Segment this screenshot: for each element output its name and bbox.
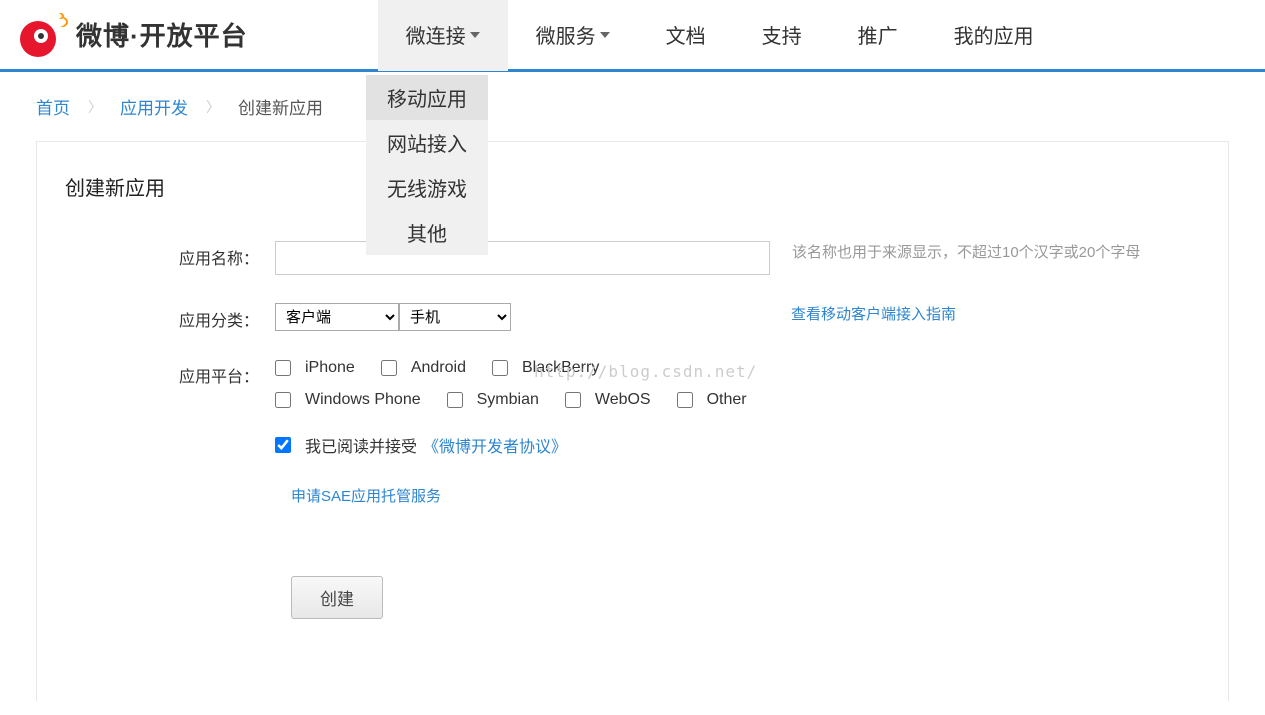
dropdown-item-game[interactable]: 无线游戏 xyxy=(366,165,488,210)
platform-symbian[interactable]: Symbian xyxy=(447,391,539,409)
nav-item-myapps[interactable]: 我的应用 xyxy=(926,0,1062,71)
platform-iphone[interactable]: iPhone xyxy=(275,359,355,377)
platform-blackberry[interactable]: BlackBerry xyxy=(492,359,599,377)
chevron-down-icon xyxy=(600,32,610,38)
weibo-logo-icon xyxy=(20,13,70,57)
dropdown-item-mobile[interactable]: 移动应用 xyxy=(366,75,488,120)
platform-webos[interactable]: WebOS xyxy=(565,391,651,409)
agreement-link[interactable]: 《微博开发者协议》 xyxy=(423,433,567,457)
form-row-name: 应用名称： 该名称也用于来源显示，不超过10个汉字或20个字母 xyxy=(65,241,1200,275)
breadcrumb: 首页 〉 应用开发 〉 创建新应用 xyxy=(0,72,1265,141)
dropdown-item-website[interactable]: 网站接入 xyxy=(366,120,488,165)
logo[interactable]: 微博·开放平台 xyxy=(20,13,248,57)
platform-other[interactable]: Other xyxy=(677,391,747,409)
platform-checkbox-group: iPhone Android BlackBerry Windows Phone … xyxy=(275,359,795,423)
agreement-row: 我已阅读并接受 《微博开发者协议》 xyxy=(275,433,1200,457)
name-hint: 该名称也用于来源显示，不超过10个汉字或20个字母 xyxy=(792,241,1140,262)
platform-label: 应用平台： xyxy=(65,359,275,387)
subcategory-select[interactable]: 手机 xyxy=(399,303,511,331)
chevron-down-icon xyxy=(470,32,480,38)
chevron-right-icon: 〉 xyxy=(88,97,102,117)
header: 微博·开放平台 微连接 微服务 文档 支持 推广 我的应用 xyxy=(0,0,1265,72)
category-select[interactable]: 客户端 xyxy=(275,303,399,331)
nav-item-docs[interactable]: 文档 xyxy=(638,0,734,71)
breadcrumb-home[interactable]: 首页 xyxy=(36,94,70,119)
logo-text: 微博·开放平台 xyxy=(76,16,248,53)
breadcrumb-current: 创建新应用 xyxy=(238,94,323,119)
category-label: 应用分类： xyxy=(65,303,275,331)
agreement-checkbox[interactable] xyxy=(275,437,291,453)
platform-android[interactable]: Android xyxy=(381,359,466,377)
create-button[interactable]: 创建 xyxy=(291,576,383,619)
page-title: 创建新应用 xyxy=(65,172,1200,201)
nav-item-promote[interactable]: 推广 xyxy=(830,0,926,71)
guide-link[interactable]: 查看移动客户端接入指南 xyxy=(791,303,956,324)
main-nav: 微连接 微服务 文档 支持 推广 我的应用 xyxy=(378,0,1062,71)
form-row-category: 应用分类： 客户端 手机 查看移动客户端接入指南 xyxy=(65,303,1200,331)
nav-item-support[interactable]: 支持 xyxy=(734,0,830,71)
content: 创建新应用 应用名称： 该名称也用于来源显示，不超过10个汉字或20个字母 应用… xyxy=(36,141,1229,701)
breadcrumb-dev[interactable]: 应用开发 xyxy=(120,94,188,119)
dropdown-menu: 移动应用 网站接入 无线游戏 其他 xyxy=(366,75,488,255)
agreement-text: 我已阅读并接受 xyxy=(305,433,417,457)
platform-windowsphone[interactable]: Windows Phone xyxy=(275,391,421,409)
sae-link[interactable]: 申请SAE应用托管服务 xyxy=(291,485,1200,506)
nav-item-connect[interactable]: 微连接 xyxy=(378,0,508,71)
form-row-platform: 应用平台： iPhone Android BlackBerry Windows … xyxy=(65,359,1200,457)
chevron-right-icon: 〉 xyxy=(206,97,220,117)
dropdown-item-other[interactable]: 其他 xyxy=(366,210,488,255)
app-name-input[interactable] xyxy=(275,241,770,275)
nav-item-service[interactable]: 微服务 xyxy=(508,0,638,71)
name-label: 应用名称： xyxy=(65,241,275,269)
